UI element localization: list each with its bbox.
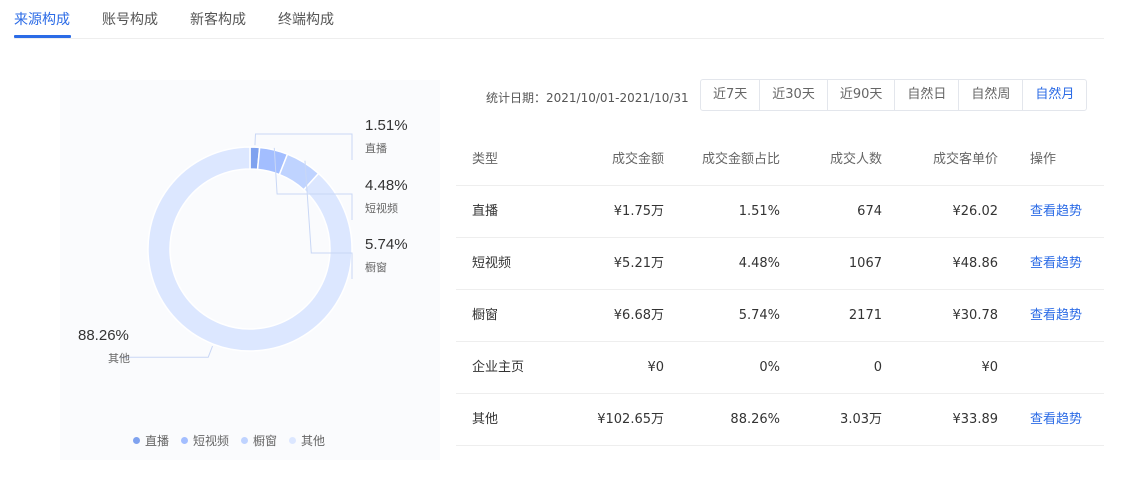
slice-percent-label: 88.26% [78,327,129,344]
donut-chart: 1.51% 直播 4.48% 短视频 5.74% 橱窗 88.26% 其他 [78,117,408,365]
cell-people: 2171 [848,308,882,323]
cell-amount: ¥102.65万 [597,412,664,427]
legend-marker [181,437,189,444]
cell-amount: ¥6.68万 [613,308,664,323]
cell-unit-price: ¥33.89 [952,412,999,427]
table-header-row: 类型 成交金额 成交金额占比 成交人数 成交客单价 操作 [456,134,1104,186]
legend-label: 其他 [301,434,326,448]
cell-amount: ¥0 [647,360,664,375]
period-natural-day-button[interactable]: 自然日 [895,80,960,110]
table-row: 其他 ¥102.65万 88.26% 3.03万 ¥33.89 查看趋势 [456,394,1104,446]
legend-marker [289,437,297,444]
cell-people: 674 [857,204,882,219]
legend-label: 短视频 [193,434,230,448]
cell-ratio: 0% [759,360,780,375]
legend-label: 直播 [145,434,170,448]
cell-type: 短视频 [472,256,512,271]
table-row: 企业主页 ¥0 0% 0 ¥0 [456,342,1104,394]
cell-people: 1067 [848,256,882,271]
view-trend-link[interactable]: 查看趋势 [1030,238,1082,290]
column-header-ratio: 成交金额占比 [701,152,780,167]
slice-percent-label: 4.48% [365,177,408,194]
slice-name-label: 短视频 [365,201,398,215]
source-table: 类型 成交金额 成交金额占比 成交人数 成交客单价 操作 直播 ¥1.75万 1… [456,134,1104,446]
legend-item-other[interactable]: 其他 [289,432,325,449]
chart-legend: 直播 短视频 橱窗 其他 [133,432,325,449]
period-30-days-button[interactable]: 近30天 [760,80,828,110]
column-header-people: 成交人数 [829,152,882,167]
cell-unit-price: ¥30.78 [952,308,999,323]
stat-date-label: 统计日期：2021/10/01-2021/10/31 [486,91,689,105]
cell-people: 3.03万 [840,412,882,427]
cell-amount: ¥5.21万 [613,256,664,271]
legend-marker [133,437,140,444]
period-natural-week-button[interactable]: 自然周 [959,80,1024,110]
slice-percent-label: 1.51% [365,117,408,134]
legend-marker [241,437,249,444]
table-row: 橱窗 ¥6.68万 5.74% 2171 ¥30.78 查看趋势 [456,290,1104,342]
cell-type: 企业主页 [472,360,525,375]
cell-ratio: 88.26% [730,412,780,427]
column-header-type: 类型 [472,152,499,167]
slice-name-label: 橱窗 [365,260,387,274]
legend-item-short-video[interactable]: 短视频 [181,432,229,449]
cell-unit-price: ¥26.02 [952,204,999,219]
table-row: 直播 ¥1.75万 1.51% 674 ¥26.02 查看趋势 [456,186,1104,238]
legend-label: 橱窗 [253,434,278,448]
cell-type: 直播 [472,204,499,219]
slice-name-label: 直播 [365,141,387,155]
label-leader-line [120,345,213,358]
cell-people: 0 [873,360,882,375]
slice-name-label: 其他 [108,352,130,365]
cell-type: 橱窗 [472,308,499,323]
view-trend-link[interactable]: 查看趋势 [1030,186,1082,238]
cell-unit-price: ¥0 [981,360,998,375]
legend-item-showcase[interactable]: 橱窗 [241,432,277,449]
donut-slice-3[interactable] [147,146,353,352]
period-natural-month-button[interactable]: 自然月 [1023,80,1086,110]
cell-unit-price: ¥48.86 [952,256,999,271]
column-header-amount: 成交金额 [611,152,664,167]
cell-type: 其他 [472,412,499,427]
column-header-action: 操作 [1030,152,1057,167]
slice-percent-label: 5.74% [365,236,408,253]
period-7-days-button[interactable]: 近7天 [701,80,761,110]
legend-item-live[interactable]: 直播 [133,432,169,449]
cell-ratio: 5.74% [738,308,780,323]
view-trend-link[interactable]: 查看趋势 [1030,290,1082,342]
view-trend-link[interactable]: 查看趋势 [1030,394,1082,446]
column-header-unit-price: 成交客单价 [932,152,998,167]
cell-amount: ¥1.75万 [613,204,664,219]
period-90-days-button[interactable]: 近90天 [828,80,896,110]
cell-ratio: 1.51% [738,204,780,219]
cell-ratio: 4.48% [738,256,780,271]
table-row: 短视频 ¥5.21万 4.48% 1067 ¥48.86 查看趋势 [456,238,1104,290]
period-selector: 近7天 近30天 近90天 自然日 自然周 自然月 [700,79,1088,111]
